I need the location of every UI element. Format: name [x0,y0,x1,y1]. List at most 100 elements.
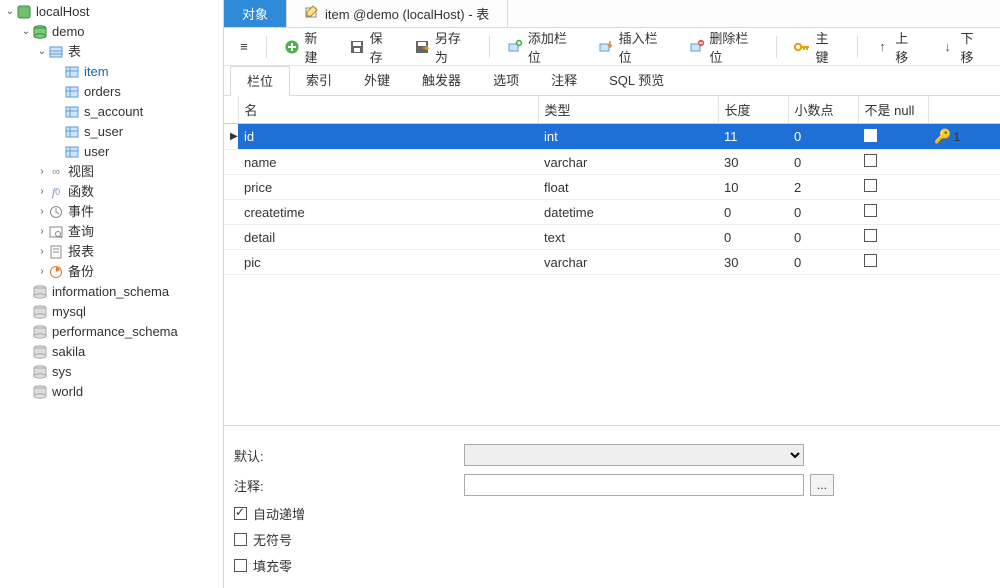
field-key-cell[interactable]: 🔑1 [928,124,1000,150]
notnull-checkbox[interactable] [864,179,877,192]
notnull-checkbox[interactable] [864,129,877,142]
field-type-cell[interactable]: varchar [538,250,718,275]
comment-input[interactable] [464,474,804,496]
field-dec-cell[interactable]: 0 [788,200,858,225]
delete-field-button[interactable]: 删除栏位 [680,31,769,63]
field-name-cell[interactable]: createtime [238,200,538,225]
tree-rpt-node[interactable]: ›报表 [0,242,223,262]
designer-tab[interactable]: 触发器 [406,66,477,96]
field-notnull-cell[interactable] [858,124,928,150]
field-key-cell[interactable] [928,250,1000,275]
field-name-cell[interactable]: detail [238,225,538,250]
tree-database-closed[interactable]: mysql [0,302,223,322]
tree-database-closed[interactable]: performance_schema [0,322,223,342]
zerofill-row[interactable]: 填充零 [234,552,990,578]
tree-table-item[interactable]: user [0,142,223,162]
tree-fn-node[interactable]: ›f0函数 [0,182,223,202]
field-key-cell[interactable] [928,225,1000,250]
field-row[interactable]: detailtext00 [224,225,1000,250]
field-row[interactable]: ▶idint110🔑1 [224,124,1000,150]
field-len-cell[interactable]: 0 [718,225,788,250]
col-name[interactable]: 名 [238,96,538,124]
field-type-cell[interactable]: int [538,124,718,150]
designer-tab[interactable]: SQL 预览 [593,66,680,96]
notnull-checkbox[interactable] [864,254,877,267]
field-key-cell[interactable] [928,175,1000,200]
field-name-cell[interactable]: pic [238,250,538,275]
tree-database-closed[interactable]: sys [0,362,223,382]
field-type-cell[interactable]: text [538,225,718,250]
field-type-cell[interactable]: float [538,175,718,200]
tree-table-item[interactable]: s_account [0,102,223,122]
menu-button[interactable]: ≡ [230,31,258,63]
col-len[interactable]: 长度 [718,96,788,124]
field-len-cell[interactable]: 30 [718,250,788,275]
field-notnull-cell[interactable] [858,225,928,250]
field-len-cell[interactable]: 11 [718,124,788,150]
tab-table-editor[interactable]: item @demo (localHost) - 表 [287,0,508,27]
auto-increment-row[interactable]: 自动递增 [234,500,990,526]
field-len-cell[interactable]: 30 [718,150,788,175]
tree-database-closed[interactable]: information_schema [0,282,223,302]
field-name-cell[interactable]: name [238,150,538,175]
notnull-checkbox[interactable] [864,204,877,217]
tree-connection[interactable]: ⌄ localHost [0,2,223,22]
field-len-cell[interactable]: 10 [718,175,788,200]
auto-increment-checkbox[interactable] [234,507,247,520]
field-len-cell[interactable]: 0 [718,200,788,225]
tree-database-closed[interactable]: world [0,382,223,402]
insert-field-button[interactable]: 插入栏位 [589,31,678,63]
tree-table-item[interactable]: s_user [0,122,223,142]
notnull-checkbox[interactable] [864,229,877,242]
unsigned-checkbox[interactable] [234,533,247,546]
field-row[interactable]: createtimedatetime00 [224,200,1000,225]
field-row[interactable]: pricefloat102 [224,175,1000,200]
notnull-checkbox[interactable] [864,154,877,167]
field-key-cell[interactable] [928,150,1000,175]
field-name-cell[interactable]: id [238,124,538,150]
designer-tab[interactable]: 索引 [290,66,348,96]
unsigned-row[interactable]: 无符号 [234,526,990,552]
field-notnull-cell[interactable] [858,250,928,275]
designer-tab[interactable]: 选项 [477,66,535,96]
tree-table-item[interactable]: orders [0,82,223,102]
primary-key-button[interactable]: 主键 [785,31,848,63]
field-notnull-cell[interactable] [858,175,928,200]
field-key-cell[interactable] [928,200,1000,225]
field-dec-cell[interactable]: 0 [788,250,858,275]
tree-qry-node[interactable]: ›查询 [0,222,223,242]
comment-more-button[interactable]: ... [810,474,834,496]
tree-tables-node[interactable]: ⌄ 表 [0,42,223,62]
field-dec-cell[interactable]: 0 [788,225,858,250]
move-down-button[interactable]: ↓ 下移 [931,31,994,63]
field-dec-cell[interactable]: 2 [788,175,858,200]
tab-objects[interactable]: 对象 [224,0,287,27]
col-notnull[interactable]: 不是 null [858,96,928,124]
tree-table-item[interactable]: item [0,62,223,82]
tree-bkp-node[interactable]: ›备份 [0,262,223,282]
designer-tab[interactable]: 注释 [535,66,593,96]
new-button[interactable]: 新建 [275,31,338,63]
tree-evt-node[interactable]: ›事件 [0,202,223,222]
fields-grid[interactable]: 名 类型 长度 小数点 不是 null ▶idint110🔑1namevarch… [224,96,1000,426]
designer-tab[interactable]: 栏位 [230,66,290,96]
field-dec-cell[interactable]: 0 [788,150,858,175]
col-type[interactable]: 类型 [538,96,718,124]
field-row[interactable]: namevarchar300 [224,150,1000,175]
move-up-button[interactable]: ↑ 上移 [866,31,929,63]
field-row[interactable]: picvarchar300 [224,250,1000,275]
default-select[interactable] [464,444,804,466]
field-type-cell[interactable]: varchar [538,150,718,175]
field-type-cell[interactable]: datetime [538,200,718,225]
tree-database-closed[interactable]: sakila [0,342,223,362]
save-button[interactable]: 保存 [340,31,403,63]
field-notnull-cell[interactable] [858,150,928,175]
tree-view-node[interactable]: ›∞视图 [0,162,223,182]
field-notnull-cell[interactable] [858,200,928,225]
col-dec[interactable]: 小数点 [788,96,858,124]
field-dec-cell[interactable]: 0 [788,124,858,150]
designer-tab[interactable]: 外键 [348,66,406,96]
add-field-button[interactable]: 添加栏位 [498,31,587,63]
saveas-button[interactable]: 另存为 [405,31,481,63]
zerofill-checkbox[interactable] [234,559,247,572]
